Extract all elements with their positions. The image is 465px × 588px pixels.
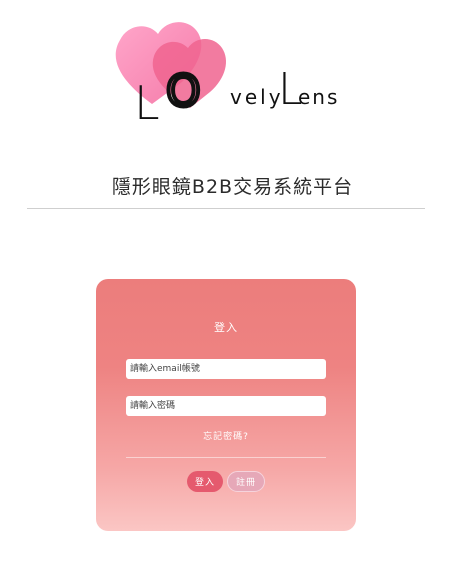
brand-logo: L O vely L ens [112, 12, 344, 126]
page-title: 隱形眼鏡B2B交易系統平台 [111, 176, 354, 198]
login-card-title: 登入 [214, 321, 238, 334]
password-field[interactable] [126, 396, 326, 416]
logo-letter-l: L [134, 76, 160, 126]
login-button[interactable]: 登入 [187, 471, 223, 492]
login-card: 登入 忘記密碼? 登入 註冊 [96, 279, 356, 531]
logo-graphic: L O vely L ens [115, 22, 339, 126]
forgot-password-link[interactable]: 忘記密碼? [96, 429, 356, 442]
header-divider [27, 208, 425, 209]
logo-word-rest: vely [230, 85, 284, 109]
email-field[interactable] [126, 359, 326, 379]
register-button[interactable]: 註冊 [227, 471, 265, 492]
card-divider [126, 457, 326, 458]
logo-letter-o: O [166, 66, 201, 117]
logo-word-end: ens [298, 85, 339, 109]
